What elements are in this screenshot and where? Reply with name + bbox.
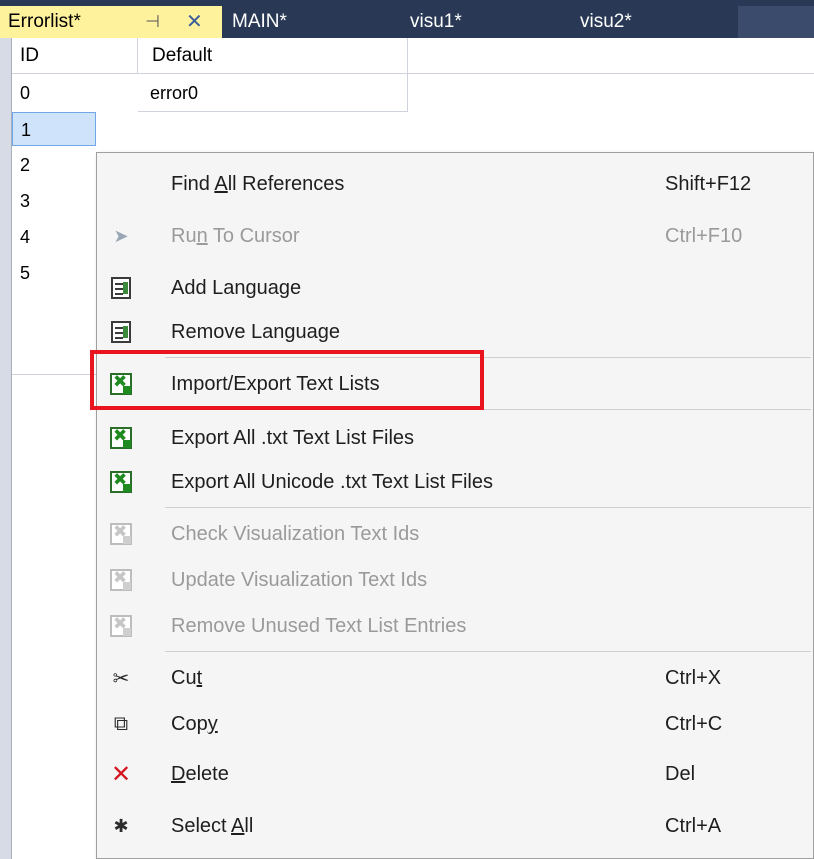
- tab-label: visu1*: [410, 11, 462, 32]
- column-header-id[interactable]: ID: [12, 38, 138, 74]
- menu-item-label: Delete: [171, 763, 229, 785]
- tab-label: Errorlist*: [8, 11, 81, 32]
- document-tab-bar: Errorlist* ⊣ ✕ MAIN* visu1* visu2*: [0, 0, 814, 38]
- menu-item-shortcut: Ctrl+C: [665, 713, 723, 735]
- menu-item-shortcut: Ctrl+A: [665, 815, 722, 837]
- delete-icon: ✕: [110, 760, 132, 788]
- menu-item-run-to-cursor[interactable]: ➤ Run To Cursor Ctrl+F10: [97, 213, 813, 259]
- tab-errorlist[interactable]: Errorlist* ⊣ ✕: [0, 6, 222, 38]
- excel-icon: [109, 470, 133, 494]
- editor-left-margin: [0, 38, 12, 859]
- tab-bar-fill: [738, 6, 814, 38]
- menu-item-cut[interactable]: ✂ Cut Ctrl+X: [97, 655, 813, 701]
- menu-item-delete[interactable]: ✕ Delete Del: [97, 751, 813, 797]
- menu-item-shortcut: Ctrl+F10: [665, 225, 743, 247]
- context-menu: Find All References Shift+F12 ➤ Run To C…: [96, 152, 814, 859]
- tab-visu1[interactable]: visu1*: [410, 6, 462, 38]
- menu-item-add-language[interactable]: Add Language: [97, 265, 813, 311]
- tab-main[interactable]: MAIN*: [232, 6, 287, 38]
- pin-icon[interactable]: ⊣: [145, 6, 160, 38]
- menu-item-shortcut: Del: [665, 763, 696, 785]
- menu-item-remove-unused-text-list-entries[interactable]: Remove Unused Text List Entries: [97, 603, 813, 649]
- menu-item-label: Remove Unused Text List Entries: [171, 615, 467, 637]
- grid-divider: [12, 374, 96, 375]
- menu-item-label: Export All Unicode .txt Text List Files: [171, 471, 493, 493]
- close-icon[interactable]: ✕: [186, 6, 203, 38]
- excel-icon: [109, 614, 133, 638]
- menu-item-label: Update Visualization Text Ids: [171, 569, 428, 591]
- cell-id[interactable]: 0: [12, 74, 138, 112]
- tab-label: visu2*: [580, 11, 632, 32]
- highlight-annotation-box: [90, 350, 484, 410]
- menu-item-label: Add Language: [171, 277, 302, 299]
- menu-item-select-all[interactable]: ✱ Select All Ctrl+A: [97, 803, 813, 849]
- cell-default[interactable]: error0: [138, 74, 408, 112]
- menu-item-shortcut: Ctrl+X: [665, 667, 722, 689]
- language-icon: [109, 320, 133, 344]
- menu-item-label: Copy: [171, 713, 218, 735]
- excel-icon: [109, 522, 133, 546]
- menu-item-shortcut: Shift+F12: [665, 173, 752, 195]
- menu-item-label: Remove Language: [171, 321, 341, 343]
- menu-item-remove-language[interactable]: Remove Language: [97, 309, 813, 355]
- excel-icon: [109, 568, 133, 592]
- excel-icon: [109, 426, 133, 450]
- scissors-icon: ✂: [112, 667, 130, 690]
- cell-id[interactable]: 1: [12, 112, 96, 146]
- table-row[interactable]: 0 error0: [12, 74, 814, 112]
- menu-item-update-visualization-text-ids[interactable]: Update Visualization Text Ids: [97, 557, 813, 603]
- table-row-selected[interactable]: 1: [12, 112, 814, 150]
- menu-separator: [165, 507, 811, 508]
- column-header-default[interactable]: Default: [138, 38, 408, 74]
- tab-visu2[interactable]: visu2*: [580, 6, 632, 38]
- menu-item-label: Cut: [171, 667, 203, 689]
- menu-item-label: Find All References: [171, 173, 345, 195]
- menu-item-find-all-references[interactable]: Find All References Shift+F12: [97, 161, 813, 207]
- menu-item-label: Select All: [171, 815, 254, 837]
- menu-item-export-all-txt[interactable]: Export All .txt Text List Files: [97, 415, 813, 461]
- menu-item-label: Export All .txt Text List Files: [171, 427, 415, 449]
- cursor-icon: ➤: [113, 225, 129, 246]
- grid-header: ID Default: [12, 38, 814, 74]
- select-all-icon: ✱: [113, 815, 129, 836]
- language-icon: [109, 276, 133, 300]
- menu-item-export-all-unicode-txt[interactable]: Export All Unicode .txt Text List Files: [97, 459, 813, 505]
- menu-item-label: Run To Cursor: [171, 225, 300, 247]
- copy-icon: ⧉: [113, 712, 129, 735]
- menu-item-label: Check Visualization Text Ids: [171, 523, 420, 545]
- menu-item-copy[interactable]: ⧉ Copy Ctrl+C: [97, 701, 813, 747]
- tab-label: MAIN*: [232, 11, 287, 32]
- menu-item-check-visualization-text-ids[interactable]: Check Visualization Text Ids: [97, 511, 813, 557]
- menu-separator: [165, 651, 811, 652]
